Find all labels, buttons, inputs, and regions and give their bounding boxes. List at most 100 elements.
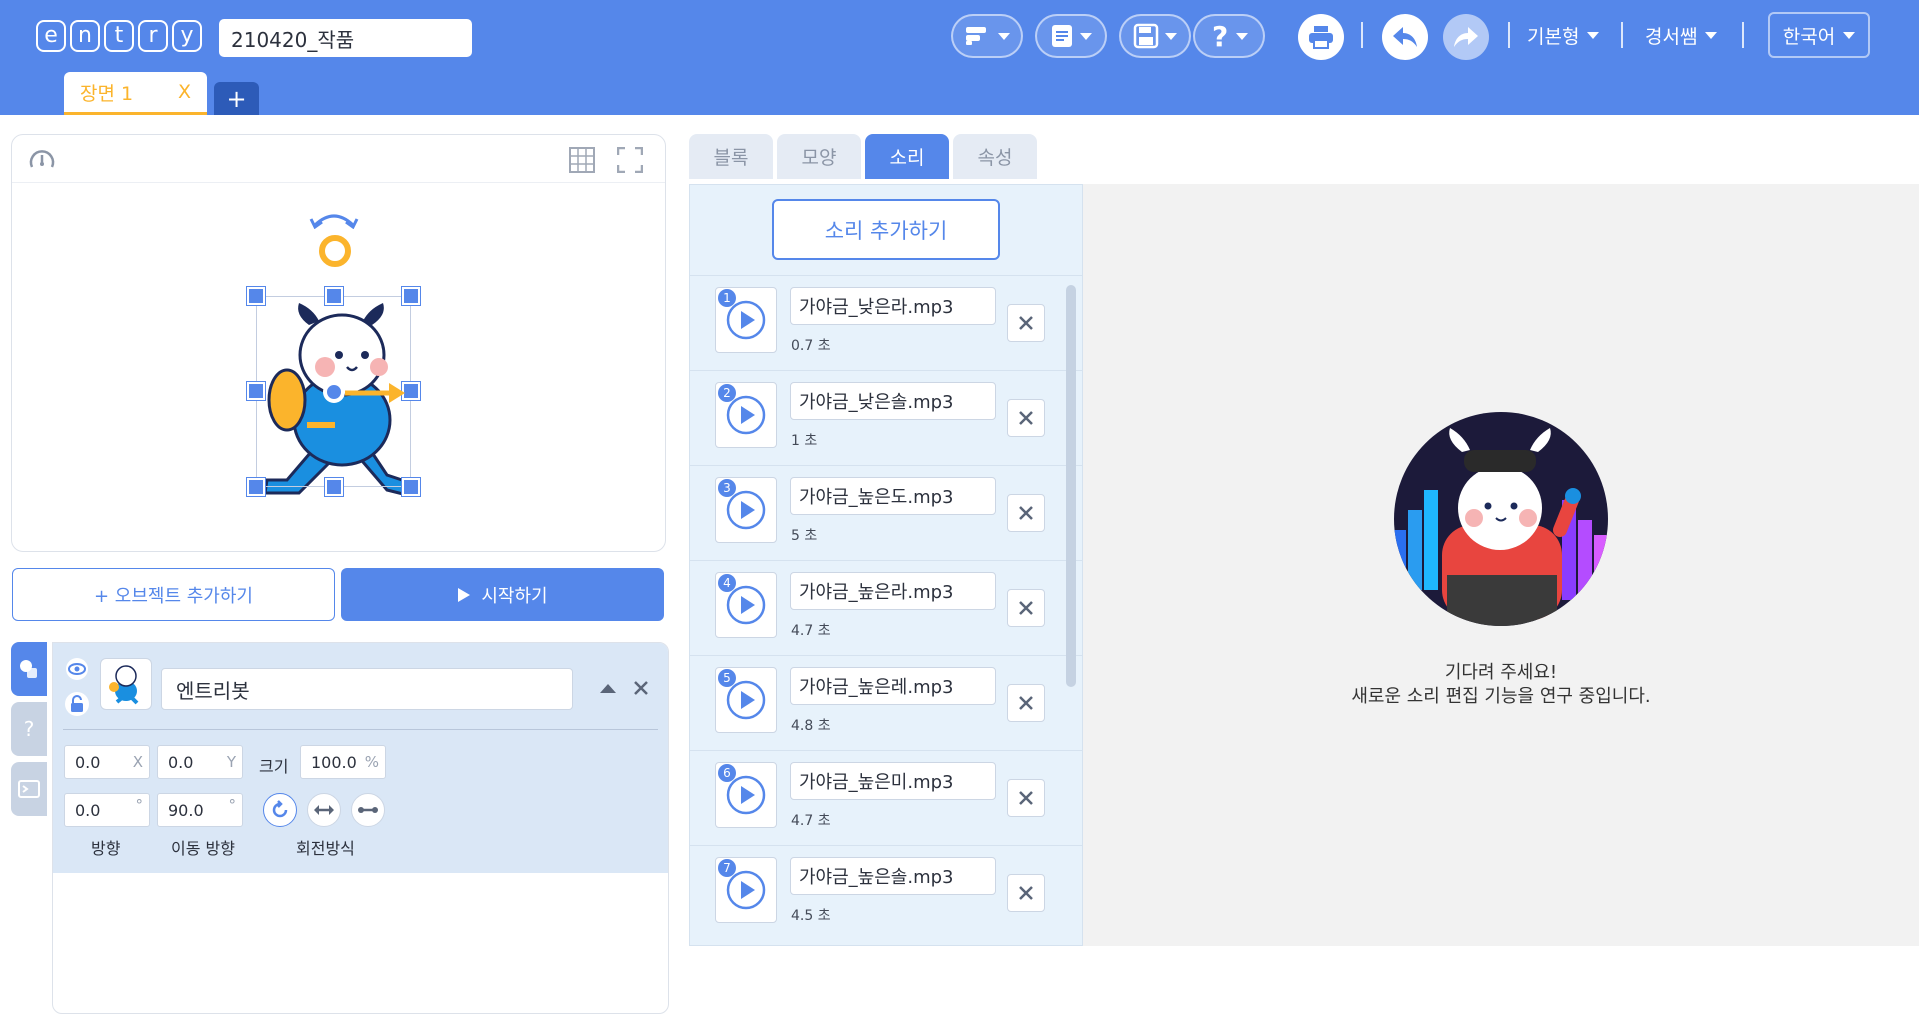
sound-item[interactable]: 5 가야금_높은레.mp3 4.8 초: [690, 655, 1082, 751]
resize-handle[interactable]: [247, 382, 265, 400]
logo-letter: e: [36, 20, 66, 52]
redo-button[interactable]: [1443, 14, 1489, 60]
sound-editor-area: 기다려 주세요! 새로운 소리 편집 기능을 연구 중입니다.: [1083, 184, 1919, 946]
sound-list-scrollbar[interactable]: [1066, 285, 1076, 687]
center-handle[interactable]: [323, 381, 345, 403]
chevron-down-icon: [1236, 32, 1248, 40]
sound-name-field[interactable]: 가야금_낮은라.mp3: [790, 287, 996, 325]
project-title-input[interactable]: [219, 19, 472, 57]
speed-gauge-icon[interactable]: [28, 147, 56, 173]
sound-delete-button[interactable]: [1007, 779, 1045, 817]
save-menu-button[interactable]: [1119, 14, 1191, 58]
sound-name-field[interactable]: 가야금_높은솔.mp3: [790, 857, 996, 895]
scene-tab[interactable]: 장면 1 X: [64, 72, 207, 115]
help-menu-button[interactable]: ?: [1193, 14, 1265, 58]
object-card[interactable]: 엔트리봇 0.0 X 0.0 Y 크기 100.0% 0.0 ° 90.0 ° 방향 이…: [53, 643, 668, 873]
user-menu[interactable]: 경서쌤: [1645, 22, 1718, 49]
side-tab-console[interactable]: [11, 762, 47, 816]
resize-handle[interactable]: [247, 287, 265, 305]
resize-handle[interactable]: [325, 287, 343, 305]
side-tab-object[interactable]: [11, 642, 47, 696]
sound-delete-button[interactable]: [1007, 684, 1045, 722]
rotation-method-label: 회전방식: [296, 839, 355, 858]
direction-field[interactable]: 0.0 °: [64, 793, 150, 827]
sound-delete-button[interactable]: [1007, 399, 1045, 437]
add-scene-button[interactable]: +: [214, 82, 259, 115]
mode-menu[interactable]: 기본형: [1527, 22, 1600, 49]
tab-shapes[interactable]: 모양: [777, 134, 861, 179]
side-tab-help[interactable]: ?: [11, 702, 47, 756]
start-button[interactable]: 시작하기: [341, 568, 664, 621]
object-name-field[interactable]: 엔트리봇: [161, 668, 573, 710]
resize-handle[interactable]: [402, 287, 420, 305]
sound-name-field[interactable]: 가야금_낮은솔.mp3: [790, 382, 996, 420]
blocks-menu-button[interactable]: [951, 14, 1023, 58]
entry-logo[interactable]: e n t r y: [36, 20, 202, 52]
x-value: 0.0: [75, 752, 101, 772]
eye-icon[interactable]: [64, 658, 90, 680]
sound-delete-button[interactable]: [1007, 589, 1045, 627]
lock-icon[interactable]: [64, 691, 90, 717]
rotate-arrow-icon[interactable]: [309, 207, 359, 229]
sound-name-field[interactable]: 가야금_높은라.mp3: [790, 572, 996, 610]
sound-name-field[interactable]: 가야금_높은미.mp3: [790, 762, 996, 800]
stage-canvas[interactable]: [12, 183, 665, 551]
resize-handle[interactable]: [247, 478, 265, 496]
top-bar: e n t r y ? 기본형 경서쌤 한국어: [0, 0, 1919, 115]
sound-item[interactable]: 4 가야금_높은라.mp3 4.7 초: [690, 560, 1082, 656]
sound-duration: 4.7 초: [791, 623, 831, 639]
sound-delete-button[interactable]: [1007, 494, 1045, 532]
separator: [1621, 22, 1623, 48]
rotation-none-button[interactable]: [351, 793, 385, 827]
tab-blocks[interactable]: 블록: [689, 134, 773, 179]
sound-name-field[interactable]: 가야금_높은레.mp3: [790, 667, 996, 705]
logo-letter: t: [104, 20, 134, 52]
sound-delete-button[interactable]: [1007, 874, 1045, 912]
collapse-up-icon[interactable]: [598, 681, 618, 695]
document-menu-icon: [1052, 25, 1072, 47]
resize-handle[interactable]: [402, 478, 420, 496]
print-button[interactable]: [1298, 14, 1344, 60]
direction-value: 0.0: [75, 800, 101, 820]
sound-item[interactable]: 7 가야금_높은솔.mp3 4.5 초: [690, 845, 1082, 941]
sound-item[interactable]: 1 가야금_낮은라.mp3 0.7 초: [690, 275, 1082, 371]
shapes-icon: [20, 660, 37, 678]
sound-delete-button[interactable]: [1007, 304, 1045, 342]
y-field[interactable]: 0.0 Y: [157, 745, 243, 779]
rotation-horizontal-button[interactable]: [307, 793, 341, 827]
sound-number-badge: 5: [718, 669, 736, 687]
tab-sound[interactable]: 소리: [865, 134, 949, 179]
sound-duration: 1 초: [791, 433, 818, 449]
grid-icon[interactable]: [569, 147, 595, 173]
scene-close-button[interactable]: X: [178, 81, 191, 103]
direction-arrow-icon[interactable]: [345, 381, 407, 405]
sound-item[interactable]: 3 가야금_높은도.mp3 5 초: [690, 465, 1082, 561]
add-object-button[interactable]: + 오브젝트 추가하기: [12, 568, 335, 621]
divider: [63, 729, 658, 730]
undo-button[interactable]: [1382, 14, 1428, 60]
sound-item[interactable]: 2 가야금_낮은솔.mp3 1 초: [690, 370, 1082, 466]
add-sound-button[interactable]: 소리 추가하기: [772, 199, 1000, 260]
size-unit: %: [364, 753, 379, 771]
document-menu-button[interactable]: [1035, 14, 1107, 58]
move-direction-value: 90.0: [168, 800, 204, 820]
entrybot-thumbnail: [109, 665, 139, 705]
rotation-handle[interactable]: [319, 235, 351, 267]
sound-name-field[interactable]: 가야금_높은도.mp3: [790, 477, 996, 515]
object-side-tabs: ?: [11, 642, 47, 822]
chevron-down-icon: [1587, 32, 1600, 39]
x-field[interactable]: 0.0 X: [64, 745, 150, 779]
sound-duration: 4.7 초: [791, 813, 831, 829]
stage: [11, 134, 666, 552]
move-direction-field[interactable]: 90.0 °: [157, 793, 243, 827]
horizontal-flip-icon: [314, 805, 334, 815]
sound-item[interactable]: 6 가야금_높은미.mp3 4.7 초: [690, 750, 1082, 846]
language-menu[interactable]: 한국어: [1768, 12, 1870, 58]
rotation-free-button[interactable]: [263, 793, 297, 827]
resize-handle[interactable]: [325, 478, 343, 496]
start-label: 시작하기: [481, 585, 548, 607]
tab-properties[interactable]: 속성: [953, 134, 1037, 179]
close-icon[interactable]: [633, 680, 649, 696]
size-field[interactable]: 100.0%: [300, 745, 386, 779]
fullscreen-icon[interactable]: [617, 147, 643, 173]
